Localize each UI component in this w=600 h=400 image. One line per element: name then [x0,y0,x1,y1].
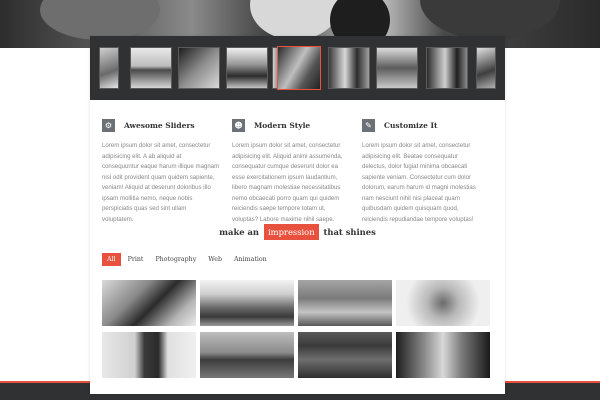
feature-text: Lorem ipsum dolor sit amet, consectetur … [362,142,476,223]
slider-thumbnail[interactable] [178,47,220,89]
portfolio-filters: All Print Photography Web Animation [102,253,274,266]
filter-print[interactable]: Print [123,253,149,266]
portfolio-item[interactable] [102,332,196,378]
feature-text: Lorem ipsum dolor sit amet, consectetur … [102,142,220,223]
slider-thumbnail[interactable] [476,47,496,89]
heading-highlight: impression [263,224,319,240]
filter-photography[interactable]: Photography [150,253,201,266]
slider-thumbnail[interactable] [426,47,468,89]
portfolio-item[interactable] [200,280,294,326]
feature-text: Lorem ipsum dolor sit amet, consectetur … [232,142,343,223]
section-heading: make an impression that shines [90,224,505,240]
pencil-icon: ✎ [362,118,375,132]
filter-animation[interactable]: Animation [229,253,272,266]
portfolio-item[interactable] [102,280,196,326]
filter-all[interactable]: All [102,253,121,266]
heading-text-after: that shines [323,227,376,237]
feature-title: Awesome Sliders [124,120,195,130]
person-icon: ☻ [232,118,245,132]
feature-awesome-sliders: ⚙ Awesome Sliders Lorem ipsum dolor sit … [102,118,222,225]
portfolio-item[interactable] [396,332,490,378]
slider-thumbnail[interactable] [99,47,119,89]
feature-modern-style: ☻ Modern Style Lorem ipsum dolor sit ame… [232,118,352,225]
portfolio-item[interactable] [298,280,392,326]
filter-web[interactable]: Web [203,253,227,266]
gear-icon: ⚙ [102,118,115,132]
feature-customize-it: ✎ Customize It Lorem ipsum dolor sit ame… [362,118,482,225]
portfolio-item[interactable] [200,332,294,378]
slider-thumbnail[interactable] [226,47,268,89]
portfolio-item[interactable] [396,280,490,326]
feature-title: Modern Style [254,120,311,130]
portfolio-item[interactable] [298,332,392,378]
feature-title: Customize It [384,120,438,130]
content-panel: ⚙ Awesome Sliders Lorem ipsum dolor sit … [90,36,505,394]
slider-thumbnail-active[interactable] [277,46,321,90]
thumbnail-slider[interactable] [90,36,505,100]
slider-thumbnail[interactable] [130,47,172,89]
heading-text-before: make an [219,227,260,237]
slider-thumbnail[interactable] [328,47,370,89]
slider-thumbnail[interactable] [376,47,418,89]
